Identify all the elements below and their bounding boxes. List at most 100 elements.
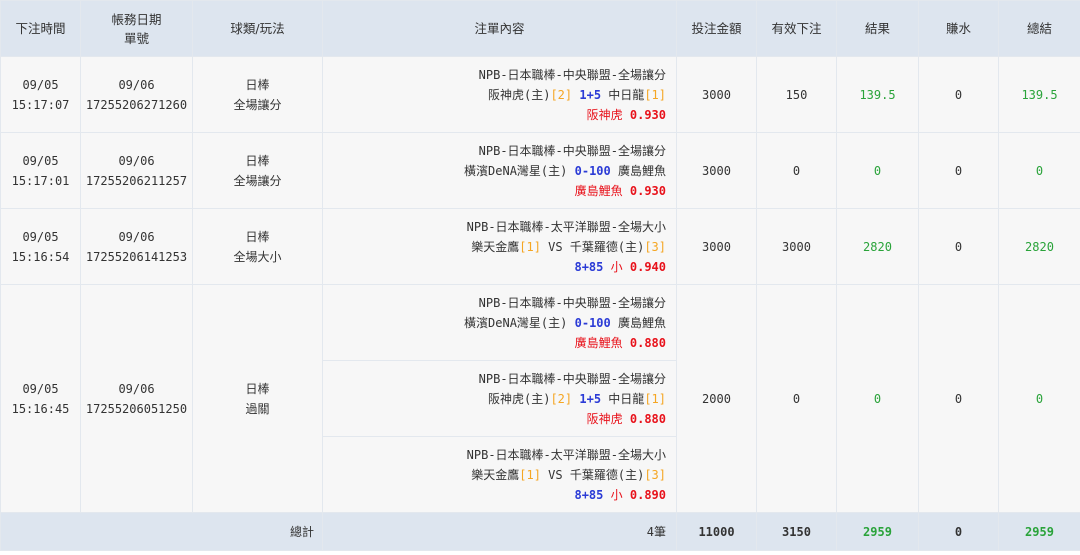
bet-detail: NPB-日本職棒-中央聯盟-全場讓分 阪神虎(主)[2] 1+5 中日龍[1] … — [322, 360, 677, 437]
bet-detail: NPB-日本職棒-太平洋聯盟-全場大小 樂天金鷹[1] VS 千葉羅德(主)[3… — [322, 208, 677, 285]
table-row: 09/05 15:16:45 09/06 17255206051250 日棒 過關 N… — [0, 284, 1080, 513]
stake-cell: 3000 — [676, 56, 757, 133]
acct-cell: 09/06 17255206271260 — [80, 56, 193, 133]
match-line: 樂天金鷹[1] VS 千葉羅德(主)[3] — [323, 465, 666, 485]
league-line: NPB-日本職棒-中央聯盟-全場讓分 — [478, 371, 666, 386]
header-bet-time: 下注時間 — [0, 0, 81, 57]
home-score: [2] — [550, 391, 573, 406]
summary-rebate: 0 — [918, 512, 999, 551]
rebate-cell: 0 — [918, 284, 999, 513]
summary-valid: 3150 — [756, 512, 837, 551]
pick-line: 阪神虎 0.880 — [323, 409, 666, 429]
home-team: 樂天金鷹 — [471, 239, 520, 254]
pick-line: 廣島鯉魚 0.880 — [323, 333, 666, 353]
header-order-no-label: 單號 — [123, 30, 149, 46]
bet-date: 09/05 — [22, 229, 59, 244]
header-acct-date: 帳務日期 單號 — [80, 0, 193, 57]
pick-line: 8+85 小 0.940 — [323, 257, 666, 277]
odds: 0.880 — [629, 335, 666, 350]
header-stake: 投注金額 — [676, 0, 757, 57]
total-cell: 139.5 — [998, 56, 1080, 133]
home-team: 橫濱DeNA灣星(主) — [464, 163, 568, 178]
match-line: 樂天金鷹[1] VS 千葉羅德(主)[3] — [323, 237, 666, 257]
rebate-cell: 0 — [918, 132, 999, 209]
acct-cell: 09/06 17255206051250 — [80, 284, 193, 513]
vs-label: VS — [548, 239, 563, 254]
pick: 阪神虎 — [586, 411, 623, 426]
bet-time: 15:16:45 — [11, 401, 70, 416]
play-type: 全場讓分 — [233, 173, 282, 188]
play-type: 過關 — [245, 401, 270, 416]
bet-time: 15:17:01 — [11, 173, 70, 188]
sport-cell: 日棒 過關 — [192, 284, 323, 513]
total-line: 8+85 — [574, 259, 604, 274]
acct-date: 09/06 — [118, 229, 155, 244]
bet-date: 09/05 — [22, 381, 59, 396]
summary-stake: 11000 — [676, 512, 757, 551]
pick: 小 — [610, 487, 623, 502]
bet-date: 09/05 — [22, 77, 59, 92]
order-no: 17255206051250 — [85, 401, 188, 416]
odds: 0.880 — [629, 411, 666, 426]
valid-cell: 0 — [756, 132, 837, 209]
result-cell: 0 — [836, 132, 919, 209]
bet-detail: NPB-日本職棒-太平洋聯盟-全場大小 樂天金鷹[1] VS 千葉羅德(主)[3… — [322, 436, 677, 513]
pick: 廣島鯉魚 — [574, 183, 623, 198]
bet-detail: NPB-日本職棒-中央聯盟-全場讓分 阪神虎(主)[2] 1+5 中日龍[1] … — [322, 56, 677, 133]
acct-date: 09/06 — [118, 77, 155, 92]
header-valid: 有效下注 — [756, 0, 837, 57]
order-no: 17255206141253 — [85, 249, 188, 264]
total-cell: 0 — [998, 132, 1080, 209]
sport: 日棒 — [245, 153, 270, 168]
league-line: NPB-日本職棒-太平洋聯盟-全場大小 — [466, 447, 666, 462]
away-score: [3] — [644, 467, 666, 482]
result-cell: 0 — [836, 284, 919, 513]
summary-count: 4筆 — [322, 512, 677, 551]
bet-detail: NPB-日本職棒-中央聯盟-全場讓分 橫濱DeNA灣星(主) 0-100 廣島鯉… — [322, 284, 677, 361]
stake-cell: 3000 — [676, 132, 757, 209]
bet-time-cell: 09/05 15:16:54 — [0, 208, 81, 285]
header-content: 注單內容 — [322, 0, 677, 57]
away-score: [1] — [644, 87, 666, 102]
bet-time-cell: 09/05 15:17:01 — [0, 132, 81, 209]
bet-time: 15:16:54 — [11, 249, 70, 264]
acct-date: 09/06 — [118, 153, 155, 168]
odds: 0.890 — [629, 487, 666, 502]
pick: 阪神虎 — [586, 107, 623, 122]
home-score: [1] — [519, 467, 541, 482]
home-score: [2] — [550, 87, 573, 102]
total-line: 8+85 — [574, 487, 604, 502]
summary-row: 總計 4筆 11000 3150 2959 0 2959 — [0, 512, 1080, 551]
total-cell: 0 — [998, 284, 1080, 513]
match-line: 橫濱DeNA灣星(主) 0-100 廣島鯉魚 — [323, 313, 666, 333]
header-rebate: 賺水 — [918, 0, 999, 57]
sport: 日棒 — [245, 229, 270, 244]
bet-records-table: 下注時間 帳務日期 單號 球類/玩法 注單內容 投注金額 有效下注 結果 賺水 總… — [0, 0, 1080, 551]
table-row: 09/05 15:17:07 09/06 17255206271260 日棒 全場讓分… — [0, 56, 1080, 133]
home-team: 阪神虎(主) — [488, 87, 551, 102]
home-score: [1] — [519, 239, 541, 254]
league-line: NPB-日本職棒-中央聯盟-全場讓分 — [478, 295, 666, 310]
odds: 0.930 — [629, 107, 666, 122]
away-team: 廣島鯉魚 — [617, 163, 666, 178]
handicap: 0-100 — [574, 315, 611, 330]
acct-date: 09/06 — [118, 381, 155, 396]
stake-cell: 2000 — [676, 284, 757, 513]
result-cell: 139.5 — [836, 56, 919, 133]
sport: 日棒 — [245, 77, 270, 92]
table-header-row: 下注時間 帳務日期 單號 球類/玩法 注單內容 投注金額 有效下注 結果 賺水 總… — [0, 0, 1080, 57]
away-team: 千葉羅德(主) — [569, 467, 645, 482]
header-total: 總結 — [998, 0, 1080, 57]
stake-cell: 3000 — [676, 208, 757, 285]
pick-line: 8+85 小 0.890 — [323, 485, 666, 505]
away-team: 千葉羅德(主) — [569, 239, 645, 254]
match-line: 阪神虎(主)[2] 1+5 中日龍[1] — [323, 389, 666, 409]
away-team: 中日龍 — [608, 87, 645, 102]
pick: 小 — [610, 259, 623, 274]
rebate-cell: 0 — [918, 208, 999, 285]
total-cell: 2820 — [998, 208, 1080, 285]
away-team: 中日龍 — [608, 391, 645, 406]
sport-cell: 日棒 全場大小 — [192, 208, 323, 285]
table-row: 09/05 15:17:01 09/06 17255206211257 日棒 全場讓分… — [0, 132, 1080, 209]
play-type: 全場大小 — [233, 249, 282, 264]
